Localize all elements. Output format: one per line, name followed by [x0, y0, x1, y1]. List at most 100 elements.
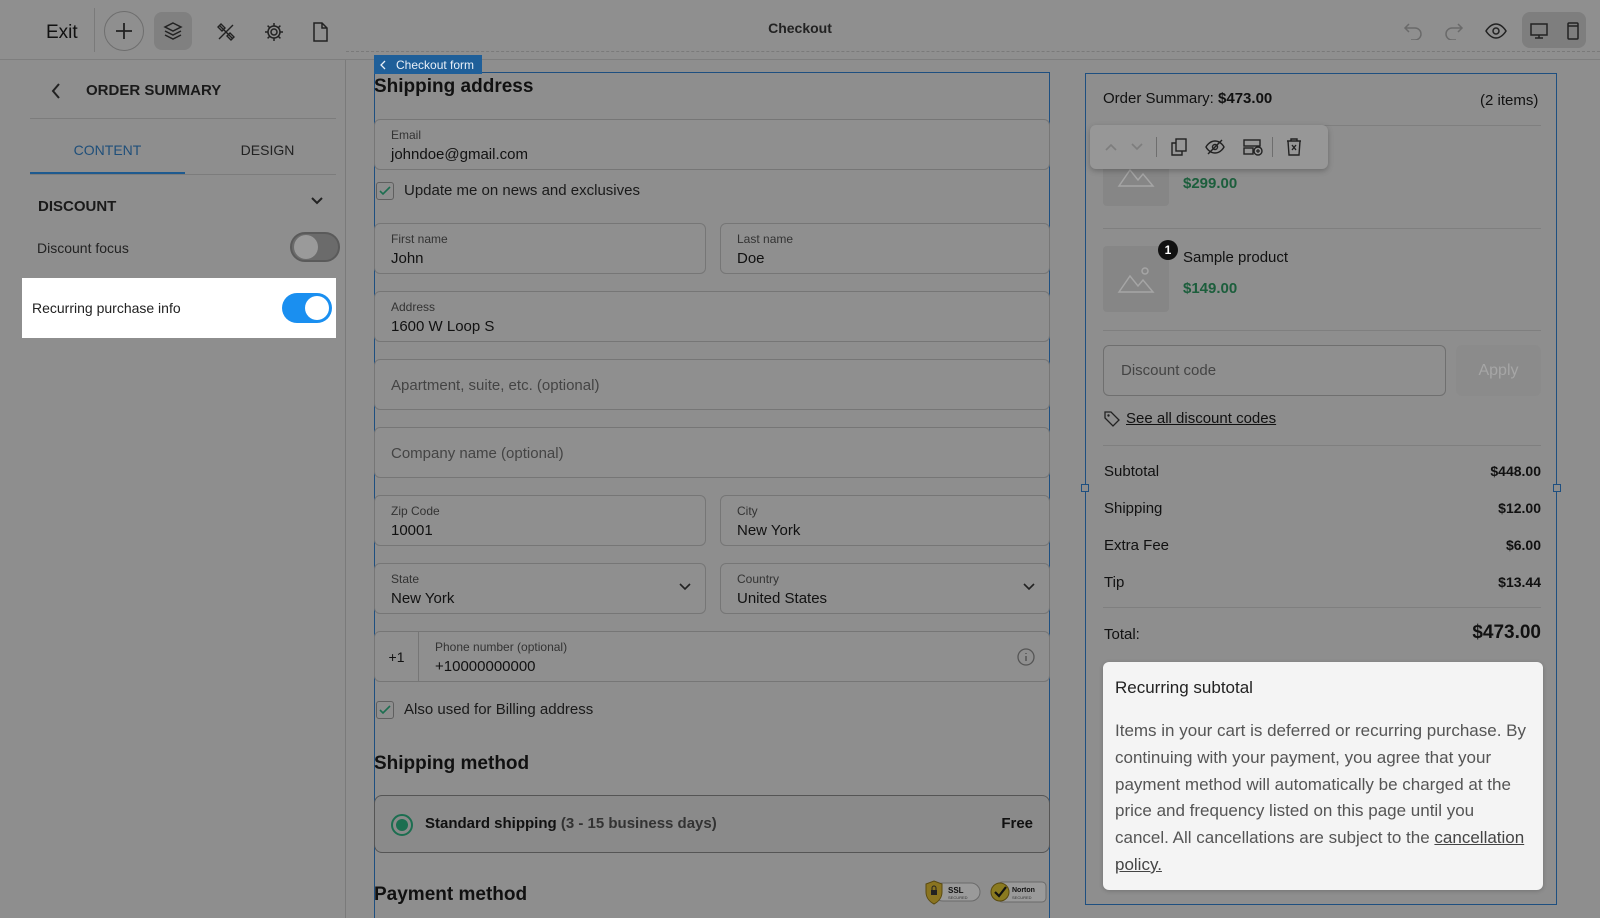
- add-section-icon: [1243, 139, 1263, 156]
- last-name-field[interactable]: Last name Doe: [720, 223, 1050, 274]
- undo-icon: [1403, 23, 1422, 40]
- field-value: 10001: [391, 522, 433, 539]
- field-placeholder: Discount code: [1121, 362, 1217, 379]
- shipping-option-standard[interactable]: Standard shipping (3 - 15 business days)…: [374, 795, 1050, 853]
- section-collapse-toggle[interactable]: [310, 196, 324, 206]
- quantity-badge: 1: [1158, 240, 1178, 260]
- move-down-button[interactable]: [1126, 136, 1148, 158]
- zip-code-field[interactable]: Zip Code 10001: [374, 495, 706, 546]
- chevron-left-icon: [380, 60, 386, 69]
- redo-button[interactable]: [1437, 14, 1471, 48]
- country-select[interactable]: Country United States: [720, 563, 1050, 614]
- field-value: United States: [737, 590, 828, 607]
- checkmark-icon: [379, 186, 391, 196]
- news-checkbox[interactable]: [376, 182, 394, 200]
- state-select[interactable]: State New York: [374, 563, 706, 614]
- page-title: Checkout: [768, 20, 832, 36]
- toggle-knob: [294, 235, 318, 259]
- address-field[interactable]: Address 1600 W Loop S: [374, 291, 1050, 342]
- field-label: Zip Code: [391, 504, 440, 518]
- order-summary-amount: $473.00: [1218, 90, 1273, 107]
- recurring-purchase-toggle[interactable]: [282, 293, 332, 323]
- summary-value: $448.00: [1490, 463, 1541, 479]
- radio-dot: [396, 819, 408, 831]
- shipping-option-days: (3 - 15 business days): [560, 815, 717, 832]
- ssl-badge-text: SSL: [948, 886, 964, 895]
- ssl-badge-icon: SSL SECURED: [925, 880, 981, 905]
- toggle-knob: [305, 296, 329, 320]
- summary-value: $6.00: [1505, 537, 1541, 553]
- preview-button[interactable]: [1479, 14, 1513, 48]
- summary-label: Shipping: [1104, 500, 1163, 517]
- divider: [1103, 330, 1541, 331]
- news-checkbox-label: Update me on news and exclusives: [404, 182, 640, 199]
- resize-handle-right[interactable]: [1553, 484, 1561, 492]
- shipping-option-name: Standard shipping: [425, 815, 557, 832]
- see-all-discount-codes-label: See all discount codes: [1126, 410, 1277, 427]
- email-field[interactable]: Email johndoe@gmail.com: [374, 119, 1050, 170]
- city-field[interactable]: City New York: [720, 495, 1050, 546]
- shipping-radio[interactable]: [391, 814, 413, 836]
- hide-button[interactable]: [1204, 136, 1226, 158]
- summary-row-subtotal: Subtotal $448.00: [1104, 463, 1541, 480]
- field-label: Email: [391, 128, 422, 142]
- product-price: $149.00: [1183, 280, 1238, 297]
- recurring-body: Items in your cart is deferred or recurr…: [1115, 718, 1527, 879]
- move-up-button[interactable]: [1100, 136, 1122, 158]
- field-label: Phone number (optional): [435, 640, 568, 654]
- desktop-icon: [1530, 23, 1548, 39]
- divider: [30, 118, 336, 119]
- chevron-down-icon: [1023, 583, 1035, 591]
- resize-handle-left[interactable]: [1081, 484, 1089, 492]
- field-label: Last name: [737, 232, 794, 246]
- discount-focus-toggle[interactable]: [290, 232, 340, 262]
- phone-country-code[interactable]: +1: [375, 632, 419, 681]
- field-value: +10000000000: [435, 658, 536, 675]
- see-all-discount-codes-link[interactable]: See all discount codes: [1104, 410, 1276, 427]
- tab-content[interactable]: CONTENT: [30, 142, 185, 158]
- desktop-view-button[interactable]: [1522, 14, 1556, 48]
- undo-button[interactable]: [1396, 14, 1430, 48]
- panel-title: ORDER SUMMARY: [86, 82, 222, 99]
- delete-button[interactable]: [1283, 136, 1305, 158]
- image-placeholder-icon: [1117, 267, 1155, 293]
- field-label: Country: [737, 572, 780, 586]
- order-summary-label: Order Summary:: [1103, 90, 1214, 107]
- apply-discount-button[interactable]: Apply: [1456, 345, 1541, 396]
- field-value: 1600 W Loop S: [391, 318, 495, 335]
- shipping-option-price: Free: [1001, 815, 1033, 832]
- mobile-view-button[interactable]: [1556, 14, 1590, 48]
- trash-icon: [1287, 138, 1301, 156]
- billing-checkbox[interactable]: [376, 701, 394, 719]
- element-floating-toolbar: [1090, 125, 1328, 169]
- shipping-method-heading: Shipping method: [374, 753, 530, 774]
- norton-badge-icon: Norton SECURED: [990, 881, 1047, 903]
- recurring-title: Recurring subtotal: [1115, 678, 1253, 697]
- field-value: New York: [737, 522, 801, 539]
- duplicate-button[interactable]: [1168, 136, 1190, 158]
- save-section-button[interactable]: [1242, 136, 1264, 158]
- divider: [30, 174, 336, 175]
- back-button[interactable]: [50, 82, 62, 100]
- chevron-left-icon: [51, 83, 60, 99]
- recurring-purchase-option-row: Recurring purchase info: [22, 278, 336, 338]
- phone-field[interactable]: +1 Phone number (optional) +10000000000: [374, 631, 1050, 682]
- first-name-field[interactable]: First name John: [374, 223, 706, 274]
- company-field[interactable]: Company name (optional): [374, 427, 1050, 478]
- shipping-option-label: Standard shipping (3 - 15 business days): [425, 815, 717, 832]
- info-icon[interactable]: [1017, 648, 1035, 666]
- properties-panel: ORDER SUMMARY CONTENT DESIGN DISCOUNT Di…: [0, 60, 346, 918]
- summary-value: $13.44: [1498, 574, 1541, 590]
- summary-value: $12.00: [1498, 500, 1541, 516]
- tag-icon: [1104, 410, 1120, 427]
- redo-icon: [1445, 23, 1464, 40]
- checkout-form-tag[interactable]: Checkout form: [374, 55, 483, 74]
- discount-code-input[interactable]: Discount code: [1103, 345, 1446, 396]
- chevron-up-icon: [1105, 143, 1117, 151]
- mobile-icon: [1567, 22, 1579, 40]
- chevron-down-icon: [311, 197, 323, 205]
- apartment-field[interactable]: Apartment, suite, etc. (optional): [374, 359, 1050, 410]
- shipping-address-heading: Shipping address: [374, 76, 534, 97]
- checkmark-icon: [379, 705, 391, 715]
- tab-design[interactable]: DESIGN: [190, 142, 345, 158]
